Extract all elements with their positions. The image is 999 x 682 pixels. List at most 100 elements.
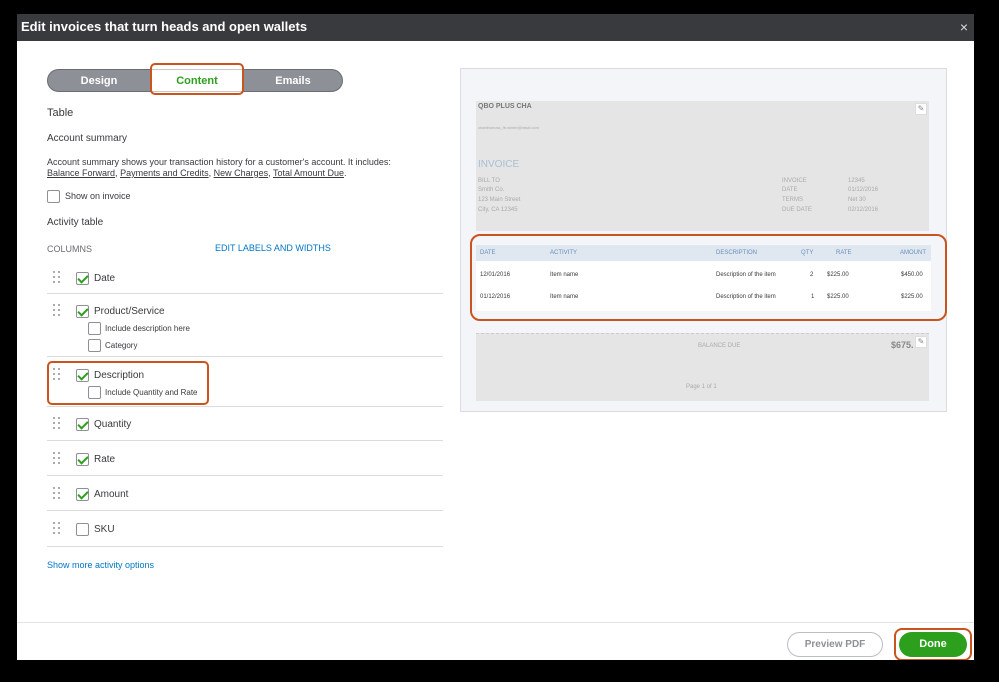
preview-pdf-button[interactable]: Preview PDF	[787, 632, 883, 657]
edit-invoice-modal: Edit invoices that turn heads and open w…	[17, 14, 974, 660]
preview-balance-value: $675.	[891, 340, 914, 350]
divider	[47, 356, 443, 357]
tab-design[interactable]: Design	[47, 69, 151, 92]
include-description-checkbox[interactable]	[88, 322, 101, 335]
column-product-service-label: Product/Service	[94, 306, 165, 317]
preview-meta-label: DUE DATE	[782, 207, 812, 213]
column-date-checkbox[interactable]	[76, 272, 89, 285]
column-quantity-checkbox[interactable]	[76, 418, 89, 431]
preview-bill-to-label: BILL TO	[478, 178, 500, 184]
divider	[47, 510, 443, 511]
drag-handle-icon[interactable]	[53, 452, 61, 464]
preview-cell: 12/01/2016	[480, 272, 511, 278]
preview-cell: Item name	[550, 294, 579, 300]
column-description-label: Description	[94, 370, 145, 381]
preview-doc-title: INVOICE	[478, 159, 520, 170]
preview-cell: $225.00	[901, 294, 923, 300]
include-description-label: Include description here	[105, 324, 190, 333]
preview-balance-label: BALANCE DUE	[698, 343, 741, 349]
modal-title: Edit invoices that turn heads and open w…	[21, 19, 308, 34]
preview-footer-block: BALANCE DUE $675. ✎ Page 1 of 1	[476, 333, 929, 401]
preview-page-label: Page 1 of 1	[686, 384, 717, 390]
drag-handle-icon[interactable]	[53, 271, 61, 283]
preview-col-header: QTY	[801, 250, 814, 256]
done-button[interactable]: Done	[899, 632, 967, 657]
columns-label: COLUMNS	[47, 244, 93, 254]
tab-emails[interactable]: Emails	[243, 69, 343, 92]
edit-header-pencil-icon[interactable]: ✎	[915, 103, 927, 115]
preview-company: QBO PLUS CHA	[478, 103, 532, 110]
preview-cell: $450.00	[901, 272, 923, 278]
drag-handle-icon[interactable]	[53, 487, 61, 499]
column-description-checkbox[interactable]	[76, 369, 89, 382]
drag-handle-icon[interactable]	[53, 417, 61, 429]
column-amount-label: Amount	[94, 489, 129, 500]
close-icon[interactable]: ×	[960, 19, 968, 35]
preview-cell: Description of the item	[716, 294, 776, 300]
description-highlight	[47, 361, 209, 405]
preview-meta-value: 01/12/2016	[848, 187, 879, 193]
category-checkbox[interactable]	[88, 339, 101, 352]
preview-bill-line: 123 Main Street	[478, 197, 521, 203]
section-title: Table	[47, 107, 74, 119]
drag-handle-icon[interactable]	[53, 522, 61, 534]
column-rate-checkbox[interactable]	[76, 453, 89, 466]
summary-item: Payments and Credits	[120, 168, 209, 178]
preview-col-header: AMOUNT	[900, 250, 926, 256]
divider	[47, 293, 443, 294]
column-sku-checkbox[interactable]	[76, 523, 89, 536]
column-product-service-checkbox[interactable]	[76, 305, 89, 318]
include-quantity-rate-checkbox[interactable]	[88, 386, 101, 399]
show-more-options-link[interactable]: Show more activity options	[47, 560, 154, 570]
show-on-invoice-checkbox[interactable]	[47, 190, 60, 203]
preview-col-header: ACTIVITY	[550, 250, 578, 256]
preview-activity-table: DATE ACTIVITY DESCRIPTION QTY RATE AMOUN…	[476, 245, 931, 311]
preview-header-block: QBO PLUS CHA charlesmoss_fb.winter@intui…	[476, 101, 929, 231]
divider	[47, 440, 443, 441]
edit-labels-link[interactable]: EDIT LABELS AND WIDTHS	[215, 243, 331, 253]
preview-meta-value: 02/12/2016	[848, 207, 879, 213]
preview-cell: 01/12/2016	[480, 294, 511, 300]
preview-cell: 2	[810, 272, 814, 278]
summary-item: Balance Forward	[47, 168, 116, 178]
account-summary-description: Account summary shows your transaction h…	[47, 157, 391, 178]
preview-cell: $225.00	[827, 294, 849, 300]
modal-footer: Preview PDF Done	[17, 622, 974, 660]
summary-item: Total Amount Due	[273, 168, 345, 178]
account-summary-heading: Account summary	[47, 133, 128, 144]
divider	[47, 406, 443, 407]
column-rate-label: Rate	[94, 454, 116, 465]
column-sku-label: SKU	[94, 524, 115, 535]
divider	[47, 475, 443, 476]
invoice-preview: QBO PLUS CHA charlesmoss_fb.winter@intui…	[460, 68, 947, 412]
edit-footer-pencil-icon[interactable]: ✎	[915, 336, 927, 348]
preview-email: charlesmoss_fb.winter@intuit.com	[478, 125, 539, 130]
preview-cell: 1	[811, 294, 815, 300]
preview-table-header-bg	[476, 245, 931, 261]
show-on-invoice-label: Show on invoice	[65, 191, 131, 201]
account-summary-text: Account summary shows your transaction h…	[47, 157, 391, 167]
preview-meta-value: Net 30	[848, 197, 866, 203]
column-quantity-label: Quantity	[94, 419, 132, 430]
divider	[47, 546, 443, 547]
include-quantity-rate-label: Include Quantity and Rate	[105, 388, 198, 397]
preview-bill-line: City, CA 12345	[478, 207, 518, 213]
preview-cell: Item name	[550, 272, 579, 278]
drag-handle-icon[interactable]	[53, 304, 61, 316]
preview-meta-label: INVOICE	[782, 178, 807, 184]
column-amount-checkbox[interactable]	[76, 488, 89, 501]
preview-meta-value: 12345	[848, 178, 865, 184]
drag-handle-icon[interactable]	[53, 368, 61, 380]
preview-cell: Description of the item	[716, 272, 776, 278]
tab-bar: Design Content Emails	[47, 69, 343, 92]
preview-meta-label: TERMS	[782, 197, 803, 203]
column-date-label: Date	[94, 273, 116, 284]
summary-item: New Charges	[213, 168, 269, 178]
preview-bill-line: Smith Co.	[478, 187, 505, 193]
preview-meta-label: DATE	[782, 187, 798, 193]
tab-content[interactable]: Content	[151, 69, 243, 92]
activity-table-heading: Activity table	[47, 217, 104, 228]
preview-col-header: DATE	[480, 250, 496, 256]
modal-titlebar: Edit invoices that turn heads and open w…	[17, 14, 974, 41]
preview-col-header: RATE	[836, 250, 852, 256]
